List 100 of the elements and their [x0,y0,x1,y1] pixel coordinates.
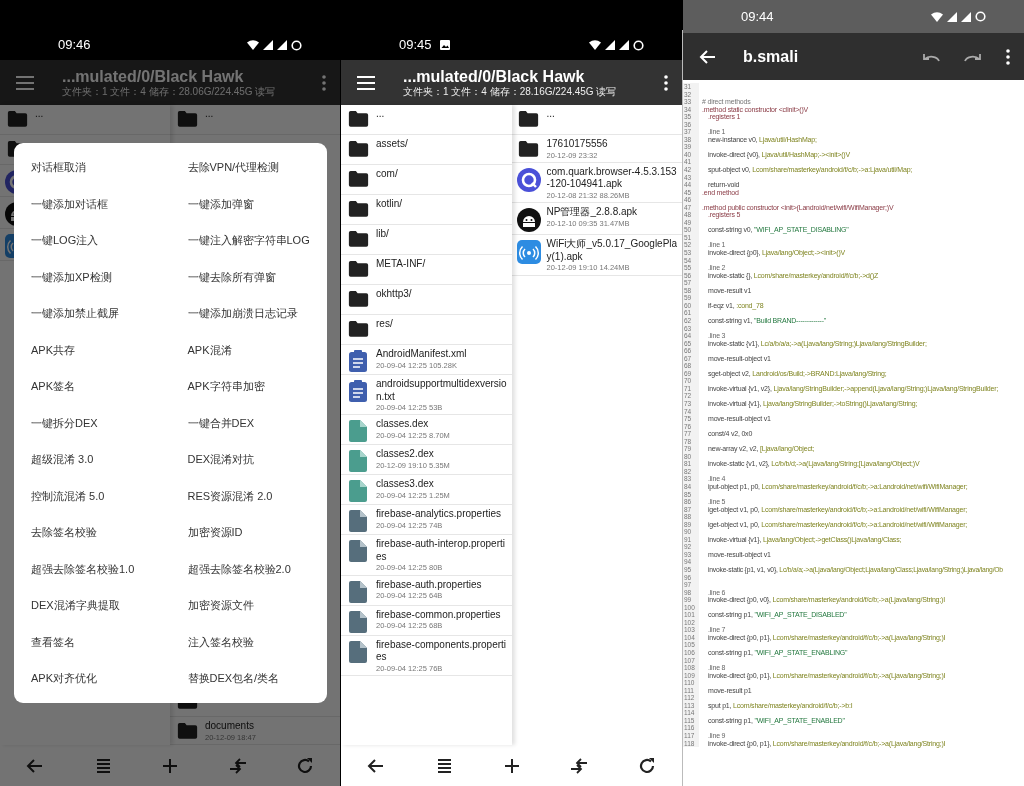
file-name: AndroidManifest.xml [376,348,468,361]
menu-item[interactable]: 一键添加禁止截屏 [14,295,171,332]
menu-item[interactable]: 一键添加XP检测 [14,258,171,296]
file-name: ... [205,108,215,121]
file-name: assets/ [376,138,409,151]
menu-item[interactable]: 查看签名 [14,623,171,661]
menu-item[interactable]: APK共存 [14,331,171,369]
file-icon [349,510,367,533]
file-name: firebase-analytics.properties [376,508,503,521]
folder-icon [347,290,369,307]
menu-item[interactable]: DEX混淆字典提取 [14,587,171,624]
file-name: classes3.dex [376,478,435,491]
file-row[interactable]: ... [341,105,512,135]
file-name: ... [35,108,45,121]
menu-item[interactable]: 加密资源文件 [170,587,327,624]
file-icon [349,450,367,473]
menu-item[interactable]: 一键添加对话框 [14,185,171,223]
wifi-app-icon [516,240,541,265]
folder-icon [176,110,198,127]
more-options-icon [664,74,668,91]
menu-item[interactable]: 超强去除签名校验1.0 [14,550,171,588]
folder-path-title: ...mulated/0/Black Hawk [403,68,586,86]
folder-icon [518,110,539,127]
file-icon [349,640,367,663]
more-options-icon [322,74,326,91]
file-name: lib/ [376,228,390,241]
file-name: META-INF/ [376,258,427,271]
menu-item[interactable]: 加密资源ID [170,514,327,551]
wifi-icon [589,40,601,50]
battery-icon [975,11,986,22]
folder-icon [347,320,369,337]
file-icon [349,610,367,633]
file-row[interactable]: com/ [341,165,512,195]
menu-item[interactable]: 一键去除所有弹窗 [170,258,327,296]
menu-item[interactable]: 一键注入解密字符串LOG [170,222,327,259]
clipboard-icon [348,380,368,402]
menu-icon [357,75,375,90]
file-row[interactable]: kotlin/ [341,195,512,225]
file-row[interactable]: lib/ [341,225,512,255]
folder-icon [347,230,369,247]
menu-item[interactable]: 替换DEX包名/类名 [170,660,327,697]
file-name: WiFi大师_v5.0.17_GooglePlay(1).apk [546,238,678,264]
file-name: ... [376,108,386,121]
folder-icon [518,140,539,157]
file-name: kotlin/ [376,198,404,211]
folder-icon [347,200,369,217]
battery-icon [291,39,302,51]
file-name: NP管理器_2.8.8.apk [546,206,639,219]
menu-item[interactable]: 一键添加弹窗 [170,185,327,223]
file-name: ... [546,108,556,121]
menu-item[interactable]: APK字符串加密 [170,368,327,405]
file-name: firebase-auth.properties [376,578,483,592]
folder-icon [347,110,369,127]
menu-item[interactable]: 注入签名校验 [170,623,327,661]
storage-info: 文件夹：1 文件：4 储存：28.16G/224.45G 读写 [403,85,618,97]
file-name: classes.dex [376,418,430,431]
menu-item[interactable]: 去除签名校验 [14,514,171,551]
undo-icon [922,51,940,62]
file-icon [349,580,367,603]
file-icon [349,420,367,443]
menu-item[interactable]: APK混淆 [170,331,327,369]
file-row[interactable]: okhttp3/ [341,285,512,315]
file-name: classes2.dex [376,448,435,461]
more-options-icon [1006,48,1010,65]
file-name: res/ [376,318,394,331]
menu-item[interactable]: 控制流混淆 5.0 [14,477,171,515]
menu-item[interactable]: RES资源混淆 2.0 [170,477,327,515]
file-name: firebase-common.properties [376,608,502,622]
menu-item[interactable]: 一键LOG注入 [14,222,171,259]
menu-item[interactable]: 对话框取消 [14,149,171,186]
signal-icon [961,11,971,22]
file-row[interactable]: res/ [341,315,512,345]
menu-item[interactable]: 超强去除签名校验2.0 [170,550,327,588]
menu-item[interactable]: 一键合并DEX [170,404,327,442]
menu-item[interactable]: 一键添加崩溃日志记录 [170,295,327,332]
menu-item[interactable]: DEX混淆对抗 [170,441,327,478]
menu-item[interactable]: APK签名 [14,368,171,405]
wifi-icon [931,11,943,22]
file-name: androidsupportmultidexversion.txt [376,378,508,403]
folder-icon [176,722,198,740]
folder-icon [347,170,369,187]
menu-item[interactable]: APK对齐优化 [14,660,171,697]
menu-item[interactable]: 一键拆分DEX [14,404,171,442]
file-row[interactable]: ... [0,105,170,135]
folder-icon [6,110,28,127]
menu-item[interactable]: 超级混淆 3.0 [14,441,171,478]
status-time: 09:45 [399,36,432,55]
file-icon [349,540,367,563]
wifi-icon [247,40,259,50]
robot-icon [516,208,541,233]
file-row[interactable]: META-INF/ [341,255,512,285]
folder-icon [347,260,369,277]
file-name: firebase-components.properties [376,638,508,664]
battery-icon [633,39,644,51]
menu-item[interactable]: 去除VPN/代理检测 [170,149,327,186]
file-name: com.quark.browser-4.5.3.153-120-104941.apk [546,165,678,191]
clipboard-icon [348,350,368,372]
file-name: 17610175556 [546,138,609,151]
file-row[interactable]: assets/ [341,135,512,165]
signal-icon [947,11,957,22]
